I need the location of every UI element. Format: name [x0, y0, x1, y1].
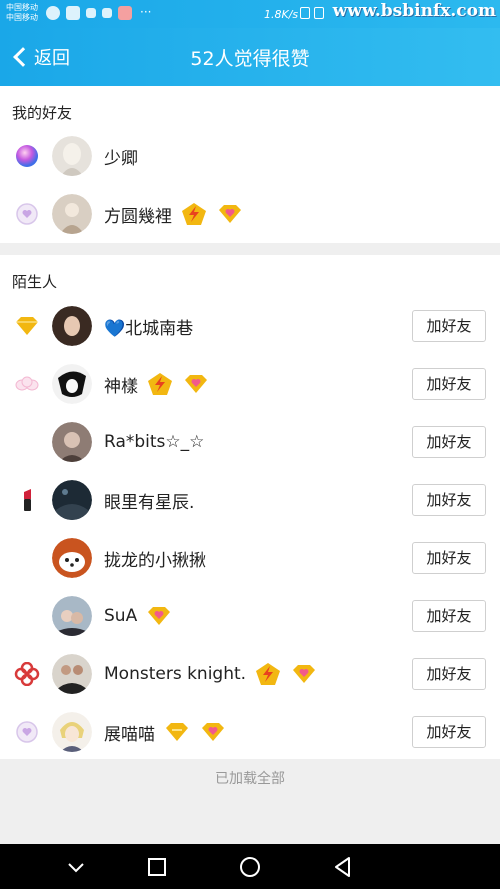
home-icon[interactable] — [237, 854, 263, 880]
app-red-notification-icon — [118, 6, 132, 20]
stranger-name: 💙北城南巷 — [104, 318, 194, 339]
avatar[interactable] — [52, 596, 92, 636]
more-notifications-icon: ··· — [140, 5, 152, 19]
list-item[interactable]: Monsters knight. 加好友 — [0, 645, 500, 703]
stranger-name: SuA — [104, 606, 138, 626]
diamond-heart-icon — [202, 723, 224, 741]
list-item[interactable]: 💙北城南巷 加好友 — [0, 297, 500, 355]
signal-icon — [314, 7, 324, 19]
purple-orb-badge-icon — [16, 145, 38, 167]
list-item[interactable]: 神樣 加好友 — [0, 355, 500, 413]
name-wrap: SuA — [104, 587, 173, 645]
heart-bubble-badge-icon — [16, 203, 38, 225]
name-wrap: 💙北城南巷 — [104, 297, 193, 355]
diamond-heart-icon — [148, 607, 171, 625]
diamond-heart-icon — [185, 375, 207, 393]
chevron-down-icon[interactable] — [63, 854, 89, 880]
list-item[interactable]: Ra*bits☆_☆ 加好友 — [0, 413, 500, 471]
recent-apps-icon[interactable] — [144, 854, 170, 880]
loaded-all-note: 已加载全部 — [215, 771, 285, 787]
add-friend-button[interactable]: 加好友 — [412, 484, 486, 516]
avatar[interactable] — [52, 194, 92, 234]
notification-icons: ··· — [46, 6, 151, 20]
avatar[interactable] — [52, 654, 92, 694]
list-item[interactable]: 眼里有星辰. 加好友 — [0, 471, 500, 529]
avatar[interactable] — [52, 364, 92, 404]
avatar[interactable] — [52, 306, 92, 346]
stranger-name: 拢龙的小揪揪 — [104, 550, 206, 571]
stranger-name: Ra*bits☆_☆ — [104, 432, 205, 452]
stranger-name: 眼里有星辰. — [104, 492, 195, 513]
avatar[interactable] — [52, 538, 92, 578]
gold-diamond-badge-icon — [16, 317, 38, 335]
list-item[interactable]: 拢龙的小揪揪 加好友 — [0, 529, 500, 587]
stranger-name: 展喵喵 — [104, 724, 155, 745]
avatar[interactable] — [52, 712, 92, 752]
battery-notification-icon — [102, 8, 112, 18]
watermark: www.bsbinfx.com — [332, 1, 496, 21]
avatar[interactable] — [52, 422, 92, 462]
name-wrap: 拢龙的小揪揪 — [104, 529, 206, 587]
list-item[interactable]: 方圆幾裡 — [0, 185, 500, 243]
add-friend-button[interactable]: 加好友 — [412, 310, 486, 342]
app-notification-icon — [86, 8, 96, 18]
name-wrap: Monsters knight. — [104, 645, 318, 703]
add-friend-button[interactable]: 加好友 — [412, 600, 486, 632]
lightning-vip-icon — [182, 203, 206, 225]
page-title: 52人觉得很赞 — [190, 48, 310, 70]
friends-section: 我的好友 少卿 方圆幾裡 — [0, 86, 500, 243]
strangers-section: 陌生人 💙北城南巷 加好友 神樣 加好友 Ra*bits☆_☆ 加好友 眼里有星… — [0, 255, 500, 759]
red-clover-badge-icon — [14, 662, 40, 686]
system-nav-bar — [0, 844, 500, 889]
network-speed: 1.8K/s — [264, 8, 299, 21]
title-bar: 返回 52人觉得很赞 — [0, 28, 500, 86]
qq-notification-icon — [46, 6, 60, 20]
avatar[interactable] — [52, 136, 92, 176]
name-wrap: 少卿 — [104, 127, 138, 185]
name-wrap: 方圆幾裡 — [104, 185, 244, 243]
carrier-label: 中国移动 中国移动 — [6, 3, 38, 23]
add-friend-button[interactable]: 加好友 — [412, 368, 486, 400]
friend-name: 少卿 — [104, 148, 138, 169]
carrier-line-1: 中国移动 — [6, 3, 38, 12]
stranger-name: 神樣 — [104, 376, 138, 397]
add-friend-button[interactable]: 加好友 — [412, 658, 486, 690]
strangers-section-title: 陌生人 — [12, 273, 58, 291]
system-status-icons — [300, 7, 324, 19]
avatar[interactable] — [52, 480, 92, 520]
diamond-heart-icon — [293, 665, 316, 683]
vibrate-icon — [300, 7, 310, 19]
image-notification-icon — [66, 6, 80, 20]
heart-bubble-badge-icon — [16, 721, 38, 743]
list-item[interactable]: SuA 加好友 — [0, 587, 500, 645]
lightning-vip-icon — [256, 663, 281, 685]
gold-diamond-vip-icon — [166, 723, 188, 741]
name-wrap: Ra*bits☆_☆ — [104, 413, 204, 471]
add-friend-button[interactable]: 加好友 — [412, 716, 486, 748]
stranger-name: Monsters knight. — [104, 664, 247, 684]
lipstick-badge-icon — [24, 489, 31, 511]
carrier-line-2: 中国移动 — [6, 13, 38, 22]
name-wrap: 展喵喵 — [104, 703, 227, 761]
friends-section-title: 我的好友 — [12, 104, 73, 122]
name-wrap: 眼里有星辰. — [104, 471, 194, 529]
pink-cloud-badge-icon — [15, 376, 39, 391]
add-friend-button[interactable]: 加好友 — [412, 542, 486, 574]
diamond-heart-icon — [219, 205, 241, 223]
list-item[interactable]: 展喵喵 加好友 — [0, 703, 500, 761]
friend-name: 方圆幾裡 — [104, 206, 172, 227]
lightning-vip-icon — [148, 373, 172, 395]
name-wrap: 神樣 — [104, 355, 210, 413]
status-bar: 中国移动 中国移动 ··· 1.8K/s www.bsbinfx.com — [0, 0, 500, 28]
back-triangle-icon[interactable] — [330, 854, 356, 880]
list-item[interactable]: 少卿 — [0, 127, 500, 185]
add-friend-button[interactable]: 加好友 — [412, 426, 486, 458]
